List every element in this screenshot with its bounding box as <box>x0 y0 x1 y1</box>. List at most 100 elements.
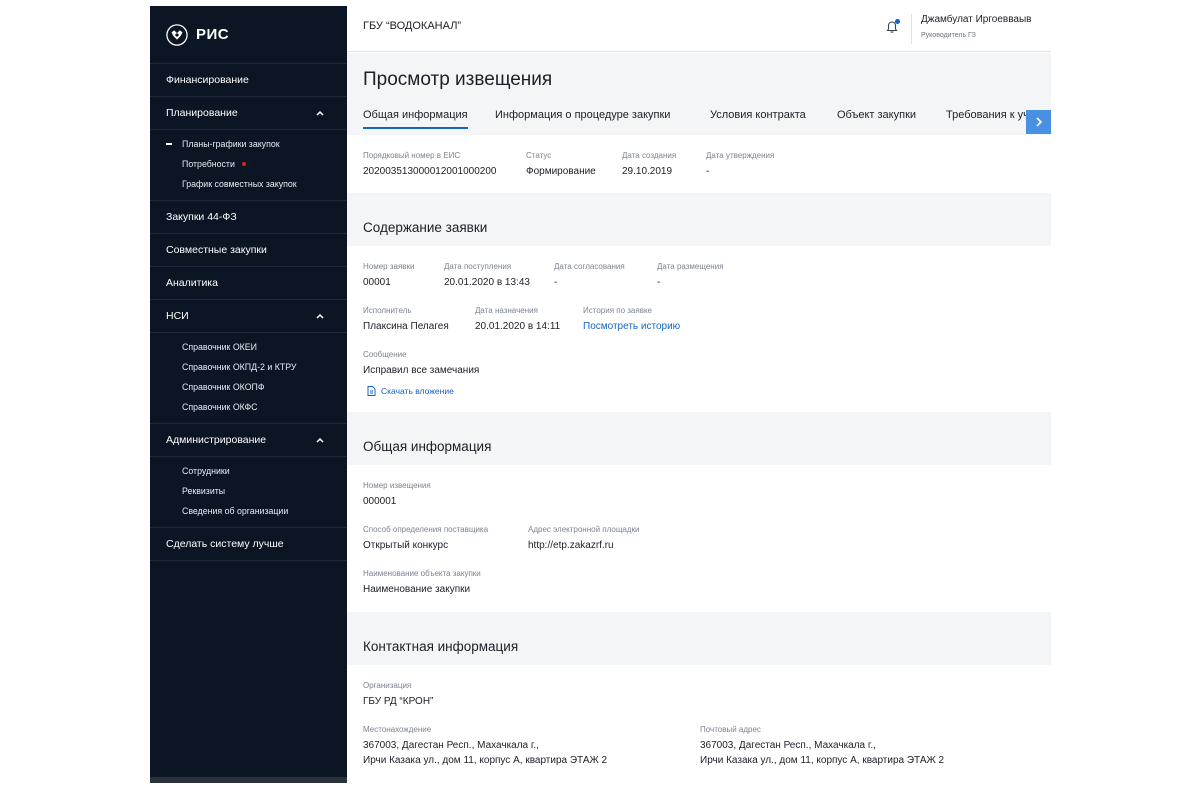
sidebar-subitem-okei[interactable]: Справочник ОКЕИ <box>150 337 347 357</box>
sidebar-subitem-label: Потребности <box>182 159 235 169</box>
tab-purchase-object[interactable]: Объект закупки <box>837 109 916 121</box>
tab-contract-terms[interactable]: Условия контракта <box>710 109 806 121</box>
tab-procedure-info[interactable]: Информация о процедуре закупки <box>495 109 670 121</box>
agreed-date-field: Дата согласования - <box>554 262 625 290</box>
field-label: Способ определения поставщика <box>363 525 489 534</box>
field-label: Статус <box>526 151 552 160</box>
sidebar-subitem-needs[interactable]: Потребности <box>150 154 347 174</box>
chevron-right-icon <box>1035 117 1042 127</box>
app-logo[interactable]: РИС <box>150 6 347 64</box>
sidebar-subitem-label: Реквизиты <box>182 486 226 496</box>
field-value-line1: 367003, Дагестан Респ., Махачкала г., <box>363 740 539 751</box>
received-date-field: Дата поступления 20.01.2020 в 13:43 <box>444 262 530 290</box>
sidebar-subitem-requisites[interactable]: Реквизиты <box>150 481 347 501</box>
field-label: Дата создания <box>622 151 677 160</box>
sidebar-item-analytics[interactable]: Аналитика <box>150 267 347 300</box>
field-value-line2: Ирчи Казака ул., дом 11, корпус А, кварт… <box>363 755 608 766</box>
document-icon <box>367 386 376 396</box>
tab-general-info[interactable]: Общая информация <box>363 109 468 129</box>
sidebar-item-feedback[interactable]: Сделать систему лучше <box>150 528 347 561</box>
section-header-request: Содержание заявки <box>347 193 1051 246</box>
sidebar: РИС Финансирование Планирование Планы-гр… <box>150 6 347 783</box>
sidebar-subitem-okpd2[interactable]: Справочник ОКПД-2 и КТРУ <box>150 357 347 377</box>
status-field: Статус Формирование <box>526 151 596 179</box>
download-attachment-label: Скачать вложение <box>381 386 454 396</box>
nsi-submenu: Справочник ОКЕИ Справочник ОКПД-2 и КТРУ… <box>150 333 347 424</box>
sidebar-item-label: НСИ <box>166 310 189 322</box>
sidebar-subitem-label: Сведения об организации <box>182 506 289 516</box>
field-value-line1: 367003, Дагестан Респ., Махачкала г., <box>700 740 876 751</box>
supplier-method-field: Способ определения поставщика Открытый к… <box>363 525 488 553</box>
general-info: Номер извещения 000001 Способ определени… <box>347 465 1051 612</box>
sidebar-subitem-org-info[interactable]: Сведения об организации <box>150 501 347 521</box>
sidebar-item-administration[interactable]: Администрирование <box>150 424 347 457</box>
field-value: Формирование <box>526 166 596 177</box>
field-label: История по заявке <box>583 306 652 315</box>
message-field: Сообщение Исправил все замечания <box>363 350 479 378</box>
sidebar-scrollbar[interactable] <box>150 777 347 783</box>
notice-number-field: Номер извещения 000001 <box>363 481 431 509</box>
sidebar-subitem-joint-schedule[interactable]: График совместных закупок <box>150 174 347 194</box>
sidebar-subitem-okfs[interactable]: Справочник ОКФС <box>150 397 347 417</box>
section-header-contacts: Контактная информация <box>347 612 1051 665</box>
field-value: 29.10.2019 <box>622 166 673 177</box>
user-name[interactable]: Джамбулат Иргоевваыв <box>921 14 1031 25</box>
tab-bar: Общая информация Информация о процедуре … <box>347 109 1051 133</box>
sidebar-item-joint-purchases[interactable]: Совместные закупки <box>150 234 347 267</box>
object-name-field: Наименование объекта закупки Наименовани… <box>363 569 481 597</box>
section-title: Контактная информация <box>363 639 519 654</box>
field-value: - <box>706 166 710 177</box>
field-value: http://etp.zakazrf.ru <box>528 540 614 551</box>
contact-info: Организация ГБУ РД “КРОН” Местонахождени… <box>347 665 1051 783</box>
sidebar-item-financing[interactable]: Финансирование <box>150 64 347 97</box>
sidebar-item-label: Сделать систему лучше <box>166 538 284 550</box>
sidebar-item-label: Совместные закупки <box>166 244 267 256</box>
sidebar-subitem-label: Справочник ОКФС <box>182 402 258 412</box>
planning-submenu: Планы-графики закупок Потребности График… <box>150 130 347 201</box>
field-label: Дата размещения <box>657 262 724 271</box>
organization-name: ГБУ “ВОДОКАНАЛ” <box>363 20 462 32</box>
sidebar-item-label: Планирование <box>166 107 238 119</box>
field-label: Местонахождение <box>363 725 432 734</box>
sidebar-subitem-schedules[interactable]: Планы-графики закупок <box>150 134 347 154</box>
administration-submenu: Сотрудники Реквизиты Сведения об организ… <box>150 457 347 528</box>
field-label: Номер заявки <box>363 262 415 271</box>
sidebar-item-label: Администрирование <box>166 434 267 446</box>
sidebar-item-planning[interactable]: Планирование <box>150 97 347 130</box>
sidebar-item-purchases-44fz[interactable]: Закупки 44-ФЗ <box>150 201 347 234</box>
eis-number-field: Порядковый номер в ЕИС 20200351300001200… <box>363 151 496 179</box>
sidebar-subitem-label: Справочник ОКОПФ <box>182 382 265 392</box>
field-label: Почтовый адрес <box>700 725 761 734</box>
sidebar-subitem-label: График совместных закупок <box>182 179 297 189</box>
sidebar-item-nsi[interactable]: НСИ <box>150 300 347 333</box>
sidebar-subitem-okopf[interactable]: Справочник ОКОПФ <box>150 377 347 397</box>
top-header: ГБУ “ВОДОКАНАЛ” Джамбулат Иргоевваыв Рук… <box>347 6 1051 52</box>
user-role: Руководитель ГЗ <box>921 32 976 39</box>
sidebar-item-label: Финансирование <box>166 74 249 86</box>
sidebar-subitem-employees[interactable]: Сотрудники <box>150 461 347 481</box>
active-marker <box>166 143 172 145</box>
field-label: Адрес электронной площадки <box>528 525 640 534</box>
download-attachment-link[interactable]: Скачать вложение <box>367 386 454 396</box>
created-date-field: Дата создания 29.10.2019 <box>622 151 676 179</box>
field-value: Исправил все замечания <box>363 365 480 376</box>
field-label: Сообщение <box>363 350 407 359</box>
postal-address-field: Почтовый адрес 367003, Дагестан Респ., М… <box>700 725 944 768</box>
sidebar-item-label: Аналитика <box>166 277 218 289</box>
chevron-up-icon <box>316 110 324 116</box>
field-value: ГБУ РД “КРОН” <box>363 696 434 707</box>
field-label: Дата поступления <box>444 262 512 271</box>
platform-address-field: Адрес электронной площадки http://etp.za… <box>528 525 639 553</box>
location-field: Местонахождение 367003, Дагестан Респ., … <box>363 725 607 768</box>
field-value: 20.01.2020 в 13:43 <box>444 277 530 288</box>
notification-dot <box>895 19 900 24</box>
header-divider <box>911 14 912 44</box>
view-history-link[interactable]: Посмотреть историю <box>583 319 680 334</box>
sidebar-subitem-label: Планы-графики закупок <box>182 139 280 149</box>
field-value: Плаксина Пелагея <box>363 321 449 332</box>
field-value: 00001 <box>363 277 391 288</box>
field-value: 20.01.2020 в 14:11 <box>475 321 561 332</box>
field-value: Наименование закупки <box>363 584 471 595</box>
section-header-general: Общая информация <box>347 412 1051 465</box>
tabs-scroll-right-button[interactable] <box>1026 110 1051 134</box>
